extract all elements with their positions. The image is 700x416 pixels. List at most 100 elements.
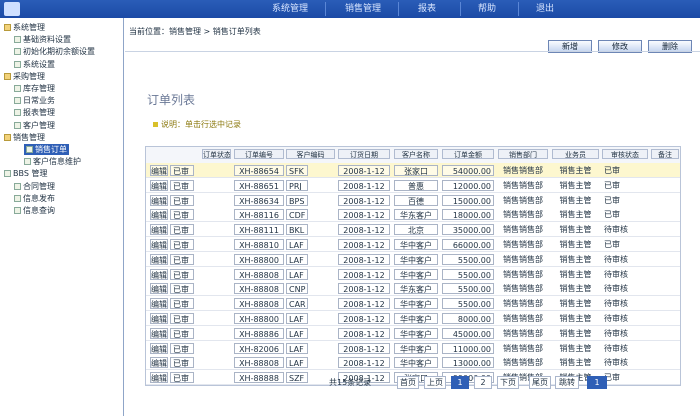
folder-icon xyxy=(4,133,11,141)
column-header[interactable]: 客户编码 xyxy=(286,149,335,159)
top-nav-system[interactable]: 系统管理 xyxy=(272,0,308,18)
cell-s2: 已审 xyxy=(170,372,194,384)
table-row[interactable]: 编辑 已审 XH-82006 LAF 2008-1-12 华中客户 11000.00 销售销售… xyxy=(146,340,680,356)
table-row[interactable]: 编辑 已审 XH-88810 LAF 2008-1-12 华中客户 66000.00 销售销售… xyxy=(146,237,680,252)
table-row[interactable]: 编辑 已审 XH-88116 CDF 2008-1-12 华东客户 18000.00 销售销售… xyxy=(146,207,680,223)
cell-amt: 13000.00 xyxy=(442,357,494,369)
column-header[interactable]: 业务员 xyxy=(552,149,599,159)
cell-id: XH-88888 xyxy=(234,372,284,384)
column-header[interactable]: 备注 xyxy=(651,149,679,159)
sidebar-item[interactable]: 日常业务 xyxy=(14,95,55,106)
pager-button[interactable]: 首页 xyxy=(397,376,419,389)
sidebar-item[interactable]: 系统设置 xyxy=(14,59,55,70)
sidebar-item-label: 销售管理 xyxy=(13,132,45,142)
sidebar-item[interactable]: 基础资料设置 xyxy=(14,34,71,45)
cell-cust: CAR xyxy=(286,298,308,310)
cell-name: 普惠 xyxy=(394,179,438,191)
table-row[interactable]: 编辑 已审 XH-88886 LAF 2008-1-12 华中客户 45000.00 销售销售… xyxy=(146,325,680,341)
top-nav-divider xyxy=(398,2,399,16)
column-header[interactable]: 订单状态 xyxy=(202,149,231,159)
pager-button[interactable]: 跳转 xyxy=(555,376,579,389)
page-icon xyxy=(14,48,21,56)
page-note-text: 说明：单击行选中记录 xyxy=(161,120,241,129)
cell-id: XH-88800 xyxy=(234,313,284,324)
sidebar-item[interactable]: 信息查询 xyxy=(14,205,55,216)
table-row[interactable]: 编辑 已审 XH-88111 BKL 2008-1-12 北京 35000.00 销售销售部 销… xyxy=(146,222,680,238)
top-nav-sales[interactable]: 销售管理 xyxy=(345,0,381,18)
sidebar-item[interactable]: 合同管理 xyxy=(14,181,55,192)
sidebar-item[interactable]: 信息发布 xyxy=(14,193,55,204)
table-row[interactable]: 编辑 已审 XH-88808 CNP 2008-1-12 华东客户 5500.00 销售销售部… xyxy=(146,281,680,297)
sidebar-item[interactable]: 系统管理 xyxy=(4,22,45,33)
cell-s2: 已审 xyxy=(170,342,194,354)
main-content: 当前位置：销售管理 > 销售订单列表 新增 修改 删除 订单列表 说明：单击行选… xyxy=(125,18,700,416)
cell-name: 张家口 xyxy=(394,165,438,176)
sidebar-item[interactable]: 销售订单 xyxy=(24,144,69,155)
sidebar-item[interactable]: 采购管理 xyxy=(4,71,45,82)
sidebar-item[interactable]: 客户管理 xyxy=(14,120,55,131)
cell-name: 华中客户 xyxy=(394,239,438,250)
top-nav-logout[interactable]: 退出 xyxy=(536,0,554,18)
pager-button[interactable]: 1 xyxy=(451,376,469,389)
column-header[interactable]: 订单编号 xyxy=(234,149,284,159)
cell-amt: 54000.00 xyxy=(442,165,494,176)
cell-cust: BPS xyxy=(286,194,308,206)
cell-amt: 5500.00 xyxy=(442,298,494,310)
table-row[interactable]: 编辑 已审 XH-88654 SFK 2008-1-12 张家口 54000.00 销售销售部… xyxy=(146,163,680,178)
cell-dept: 销售销售部 xyxy=(503,328,543,338)
cell-date: 2008-1-12 xyxy=(338,194,390,206)
cell-id: XH-88808 xyxy=(234,283,284,295)
cell-s1: 编辑 xyxy=(150,179,168,191)
column-header[interactable]: 订单金额 xyxy=(442,149,494,159)
sidebar-item-label: 信息查询 xyxy=(23,206,55,215)
cell-amt: 5500.00 xyxy=(442,283,494,295)
page-title: 订单列表 xyxy=(147,93,196,107)
cell-audit: 待审核 xyxy=(604,358,628,368)
table-row[interactable]: 编辑 已审 XH-88808 LAF 2008-1-12 华中客户 5500.00 销售销售部… xyxy=(146,266,680,282)
cell-s1: 编辑 xyxy=(150,194,168,206)
column-header[interactable]: 订货日期 xyxy=(338,149,390,159)
table-row[interactable]: 编辑 已审 XH-88808 CAR 2008-1-12 华中客户 5500.00 销售销售部… xyxy=(146,296,680,312)
cell-id: XH-88634 xyxy=(234,194,284,206)
pager-button[interactable]: 尾页 xyxy=(529,376,551,389)
sidebar-item[interactable]: 初始化期初余额设置 xyxy=(14,46,95,57)
cell-id: XH-88808 xyxy=(234,268,284,280)
folder-icon xyxy=(4,24,11,31)
cell-cust: BKL xyxy=(286,224,308,236)
cell-s2: 已审 xyxy=(170,194,194,206)
cell-audit: 已审 xyxy=(604,210,620,220)
cell-cust: LAF xyxy=(286,268,308,280)
table-row[interactable]: 编辑 已审 XH-88634 BPS 2008-1-12 百德 15000.00 销售销售部销… xyxy=(146,192,680,208)
top-bar: 系统管理 销售管理 报表 帮助 退出 xyxy=(0,0,700,18)
table-row[interactable]: 编辑 已审 XH-88808 LAF 2008-1-12 华中客户 13000.00 销售销售… xyxy=(146,355,680,371)
app-logo xyxy=(4,2,20,16)
sidebar-item[interactable]: 销售管理 xyxy=(4,132,45,143)
column-header[interactable]: 审核状态 xyxy=(602,149,648,159)
column-header[interactable]: 销售部门 xyxy=(498,149,548,159)
sidebar-item[interactable]: 报表管理 xyxy=(14,107,55,118)
cell-id: XH-88651 xyxy=(234,179,284,191)
pager-button[interactable]: 2 xyxy=(474,376,492,389)
table-row[interactable]: 编辑 已审 XH-88800 LAF 2008-1-12 华中客户 5500.00 销售销售部… xyxy=(146,251,680,267)
cell-name: 华中客户 xyxy=(394,342,438,354)
page-icon xyxy=(14,85,21,92)
cell-dept: 销售销售部 xyxy=(503,180,543,190)
sidebar-item[interactable]: 客户信息维护 xyxy=(24,156,81,167)
cell-s1: 编辑 xyxy=(150,165,168,176)
cell-id: XH-88116 xyxy=(234,209,284,221)
table-row[interactable]: 编辑 已审 XH-88651 PRJ 2008-1-12 普惠 12000.00 销售销售部销… xyxy=(146,177,680,193)
top-nav-reports[interactable]: 报表 xyxy=(418,0,436,18)
cell-dept: 销售销售部 xyxy=(503,210,543,220)
sidebar-item[interactable]: 库存管理 xyxy=(14,83,55,94)
cell-dept: 销售销售部 xyxy=(503,225,543,235)
pager-button[interactable]: 下页 xyxy=(497,376,519,389)
sidebar-item-label: 客户信息维护 xyxy=(33,157,81,167)
note-bullet-icon xyxy=(153,122,158,127)
page-icon xyxy=(14,194,21,202)
pager-button[interactable]: 上页 xyxy=(424,376,446,389)
top-nav-help[interactable]: 帮助 xyxy=(478,0,496,18)
table-row[interactable]: 编辑 已审 XH-88800 LAF 2008-1-12 华中客户 8000.00 销售销售部… xyxy=(146,311,680,326)
sidebar-item[interactable]: BBS 管理 xyxy=(4,168,47,179)
page-number-input[interactable]: 1 xyxy=(587,376,607,389)
column-header[interactable]: 客户名称 xyxy=(394,149,438,159)
